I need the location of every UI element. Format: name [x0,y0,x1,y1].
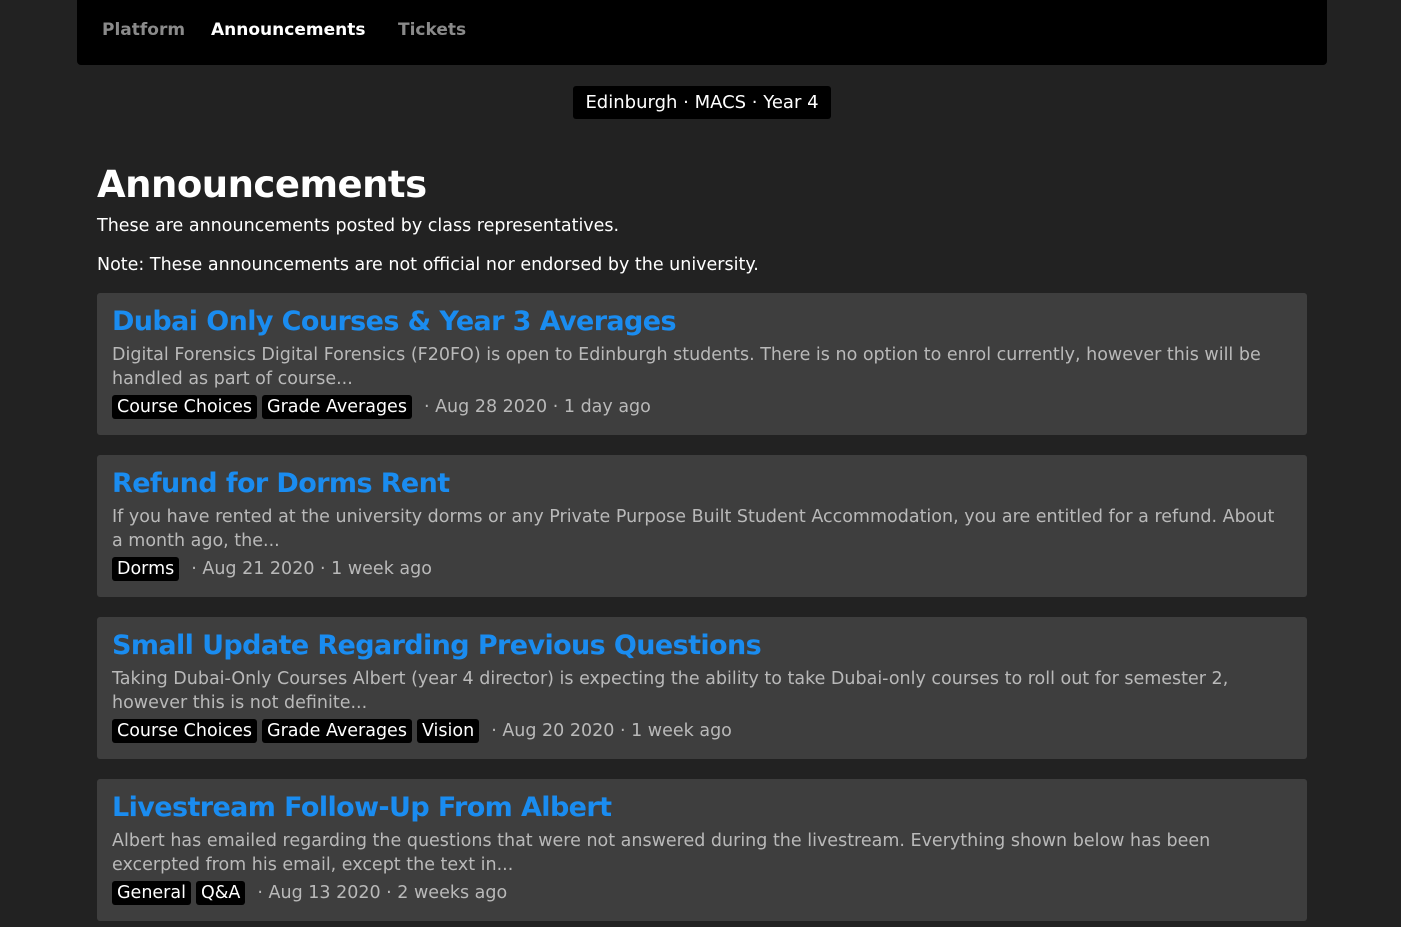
tag-badge[interactable]: General [112,881,191,905]
tag-badge[interactable]: Course Choices [112,719,258,743]
announcement-title-link[interactable]: Small Update Regarding Previous Question… [112,630,762,661]
announcement-excerpt: Taking Dubai-Only Courses Albert (year 4… [112,669,1229,713]
tag-badge[interactable]: Dorms [112,557,180,581]
announcement-card: Refund for Dorms Rent If you have rented… [97,455,1307,597]
context-badge[interactable]: Edinburgh · MACS · Year 4 [573,86,831,119]
announcement-meta: Course Choices Grade Averages · Aug 28 2… [112,395,651,419]
page-note: Note: These announcements are not offici… [97,255,759,275]
announcement-card: Small Update Regarding Previous Question… [97,617,1307,759]
announcement-date: · Aug 20 2020 · 1 week ago [491,721,732,741]
nav-announcements-link[interactable]: Announcements [211,20,365,40]
announcement-excerpt: Digital Forensics Digital Forensics (F20… [112,345,1261,389]
tag-badge[interactable]: Vision [416,719,480,743]
announcement-title-link[interactable]: Livestream Follow-Up From Albert [112,792,612,823]
nav-platform-link[interactable]: Platform [102,20,185,40]
announcement-title-link[interactable]: Refund for Dorms Rent [112,468,450,499]
nav-tickets-link[interactable]: Tickets [398,20,466,40]
announcement-meta: General Q&A · Aug 13 2020 · 2 weeks ago [112,881,507,905]
announcement-card: Livestream Follow-Up From Albert Albert … [97,779,1307,921]
announcement-excerpt: Albert has emailed regarding the questio… [112,831,1211,875]
announcement-card: Dubai Only Courses & Year 3 Averages Dig… [97,293,1307,435]
announcement-title-link[interactable]: Dubai Only Courses & Year 3 Averages [112,306,677,337]
tag-badge[interactable]: Course Choices [112,395,258,419]
tag-badge[interactable]: Q&A [195,881,246,905]
announcement-meta: Course Choices Grade Averages Vision · A… [112,719,732,743]
announcement-meta: Dorms · Aug 21 2020 · 1 week ago [112,557,432,581]
top-navbar: Platform Announcements Tickets [77,0,1327,65]
tag-badge[interactable]: Grade Averages [262,395,412,419]
announcement-date: · Aug 28 2020 · 1 day ago [423,397,651,417]
page-title: Announcements [97,163,427,206]
tag-badge[interactable]: Grade Averages [262,719,412,743]
page-description: These are announcements posted by class … [97,216,620,236]
announcement-excerpt: If you have rented at the university dor… [112,507,1275,551]
announcement-date: · Aug 13 2020 · 2 weeks ago [257,883,508,903]
announcement-date: · Aug 21 2020 · 1 week ago [191,559,432,579]
